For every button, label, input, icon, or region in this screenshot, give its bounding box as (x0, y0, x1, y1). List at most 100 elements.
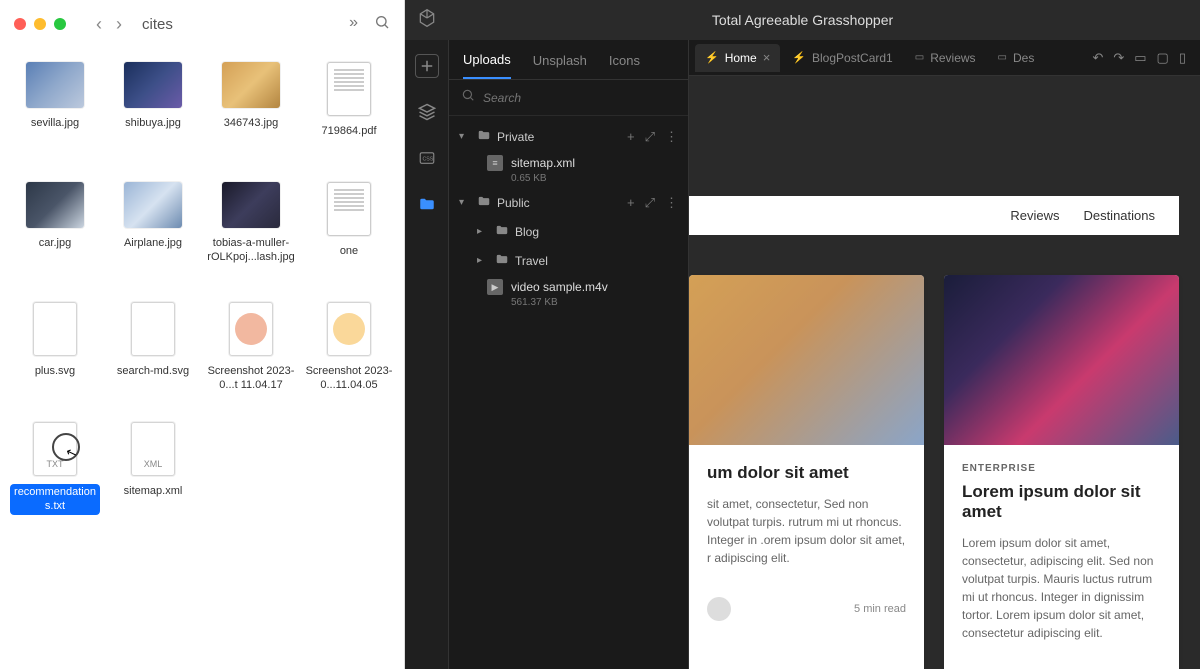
folder-travel[interactable]: ▸ Travel (467, 246, 688, 275)
file-item[interactable]: XMLsitemap.xml (104, 418, 202, 538)
assets-search-input[interactable] (483, 91, 676, 105)
file-label: 719864.pdf (321, 124, 376, 138)
file-item[interactable]: 719864.pdf (300, 58, 398, 178)
card-image (689, 275, 924, 445)
canvas-tab-home[interactable]: ⚡Home× (695, 44, 780, 72)
add-file-button[interactable]: + (627, 129, 635, 145)
file-item[interactable]: shibuya.jpg (104, 58, 202, 178)
css-button[interactable]: CSS (415, 146, 439, 170)
file-item[interactable]: sevilla.jpg (6, 58, 104, 178)
canvas-tab-reviews[interactable]: ▭ Reviews (905, 44, 986, 72)
nav-reviews[interactable]: Reviews (1010, 208, 1059, 223)
assets-tab-uploads[interactable]: Uploads (463, 52, 511, 79)
open-external-icon[interactable]: ⤢ (645, 195, 655, 211)
mobile-view-button[interactable]: ▯ (1179, 50, 1186, 66)
file-item[interactable]: car.jpg (6, 178, 104, 298)
add-element-button[interactable] (415, 54, 439, 78)
desktop-view-button[interactable]: ▭ (1134, 50, 1146, 66)
file-label: search-md.svg (117, 364, 189, 378)
folder-private[interactable]: ▾ Private + ⤢ ⋮ (449, 122, 688, 151)
tab-label: Reviews (930, 51, 975, 65)
finder-toolbar: ‹ › cites » (0, 0, 404, 48)
file-thumbnail (222, 62, 280, 108)
file-item[interactable]: TXT↖recommendations.txt (6, 418, 104, 538)
file-name: sitemap.xml (511, 156, 575, 170)
more-options-button[interactable]: ⋮ (665, 129, 678, 145)
file-thumbnail (327, 302, 371, 356)
file-item[interactable]: search-md.svg (104, 298, 202, 418)
file-thumbnail (26, 182, 84, 228)
file-label: sevilla.jpg (31, 116, 79, 130)
card-footer: Jon Doe5 min read (944, 660, 1179, 669)
file-thumbnail: XML (131, 422, 175, 476)
folder-icon (495, 252, 509, 269)
file-item[interactable]: tobias-a-muller-rOLKpoj...lash.jpg (202, 178, 300, 298)
blog-card[interactable]: um dolor sit ametsit amet, consectetur, … (689, 275, 924, 669)
canvas-viewport[interactable]: Reviews Destinations um dolor sit ametsi… (689, 76, 1200, 669)
add-file-button[interactable]: + (627, 195, 635, 211)
file-item[interactable]: 346743.jpg (202, 58, 300, 178)
file-item[interactable]: Screenshot 2023-0...t 11.04.17 (202, 298, 300, 418)
page-frame: Reviews Destinations um dolor sit ametsi… (689, 196, 1179, 669)
finder-toolbar-right: » (349, 14, 390, 35)
search-button[interactable] (374, 14, 390, 35)
chevron-right-icon: ▸ (477, 226, 489, 237)
file-label: plus.svg (35, 364, 75, 378)
page-icon: ▭ (915, 52, 924, 63)
more-button[interactable]: » (349, 14, 358, 35)
tablet-view-button[interactable]: ▢ (1157, 50, 1169, 66)
open-external-icon[interactable]: ⤢ (645, 129, 655, 145)
close-tab-button[interactable]: × (763, 50, 771, 65)
file-label: Screenshot 2023-0...t 11.04.17 (206, 364, 296, 393)
file-name: video sample.m4v (511, 280, 608, 294)
project-title: Total Agreeable Grasshopper (449, 12, 1156, 28)
assets-search (449, 80, 688, 116)
blog-card[interactable]: ENTERPRISELorem ipsum dolor sit ametLore… (944, 275, 1179, 669)
assets-button[interactable] (415, 192, 439, 216)
canvas-tab-blogpostcard1[interactable]: ⚡BlogPostCard1 (782, 44, 902, 72)
undo-button[interactable]: ↶ (1092, 50, 1103, 66)
layers-button[interactable] (415, 100, 439, 124)
canvas-tab-des[interactable]: ▭Des (988, 44, 1045, 72)
folder-icon (477, 194, 491, 211)
tab-label: BlogPostCard1 (812, 51, 893, 65)
file-thumbnail (33, 302, 77, 356)
file-item[interactable]: one (300, 178, 398, 298)
chevron-right-icon: ▸ (477, 255, 489, 266)
card-tag: ENTERPRISE (962, 463, 1161, 474)
assets-tree: ▾ Private + ⤢ ⋮ ≡ sitemap.xml 0.65 KB (449, 116, 688, 318)
finder-window: ‹ › cites » sevilla.jpg shibuya.jpg 346743… (0, 0, 405, 669)
minimize-window-button[interactable] (34, 18, 46, 30)
tab-label: Des (1013, 51, 1034, 65)
folder-blog[interactable]: ▸ Blog (467, 217, 688, 246)
nav-destinations[interactable]: Destinations (1083, 208, 1155, 223)
forward-button[interactable]: › (112, 14, 126, 35)
tab-label: Home (725, 51, 757, 65)
search-icon (461, 88, 475, 107)
svg-text:CSS: CSS (422, 156, 433, 162)
maximize-window-button[interactable] (54, 18, 66, 30)
author-avatar (707, 597, 731, 621)
folder-label: Private (497, 130, 621, 144)
card-text: sit amet, consectetur, Sed non volutpat … (707, 495, 906, 567)
back-button[interactable]: ‹ (92, 14, 106, 35)
card-text: Lorem ipsum dolor sit amet, consectetur,… (962, 534, 1161, 642)
file-video-sample[interactable]: ▶ video sample.m4v (449, 275, 688, 299)
assets-tab-icons[interactable]: Icons (609, 53, 640, 78)
file-item[interactable]: plus.svg (6, 298, 104, 418)
card-body: um dolor sit ametsit amet, consectetur, … (689, 445, 924, 585)
file-thumbnail (124, 62, 182, 108)
read-time: 5 min read (854, 603, 906, 615)
file-label: shibuya.jpg (125, 116, 181, 130)
redo-button[interactable]: ↷ (1113, 50, 1124, 66)
file-sitemap-xml[interactable]: ≡ sitemap.xml (449, 151, 688, 175)
folder-public[interactable]: ▾ Public + ⤢ ⋮ (449, 188, 688, 217)
folder-label: Travel (515, 254, 678, 268)
file-item[interactable]: Airplane.jpg (104, 178, 202, 298)
close-window-button[interactable] (14, 18, 26, 30)
more-options-button[interactable]: ⋮ (665, 195, 678, 211)
file-item[interactable]: Screenshot 2023-0...11.04.05 (300, 298, 398, 418)
chevron-down-icon: ▾ (459, 131, 471, 142)
file-size: 0.65 KB (449, 173, 688, 184)
assets-tab-unsplash[interactable]: Unsplash (533, 53, 587, 78)
